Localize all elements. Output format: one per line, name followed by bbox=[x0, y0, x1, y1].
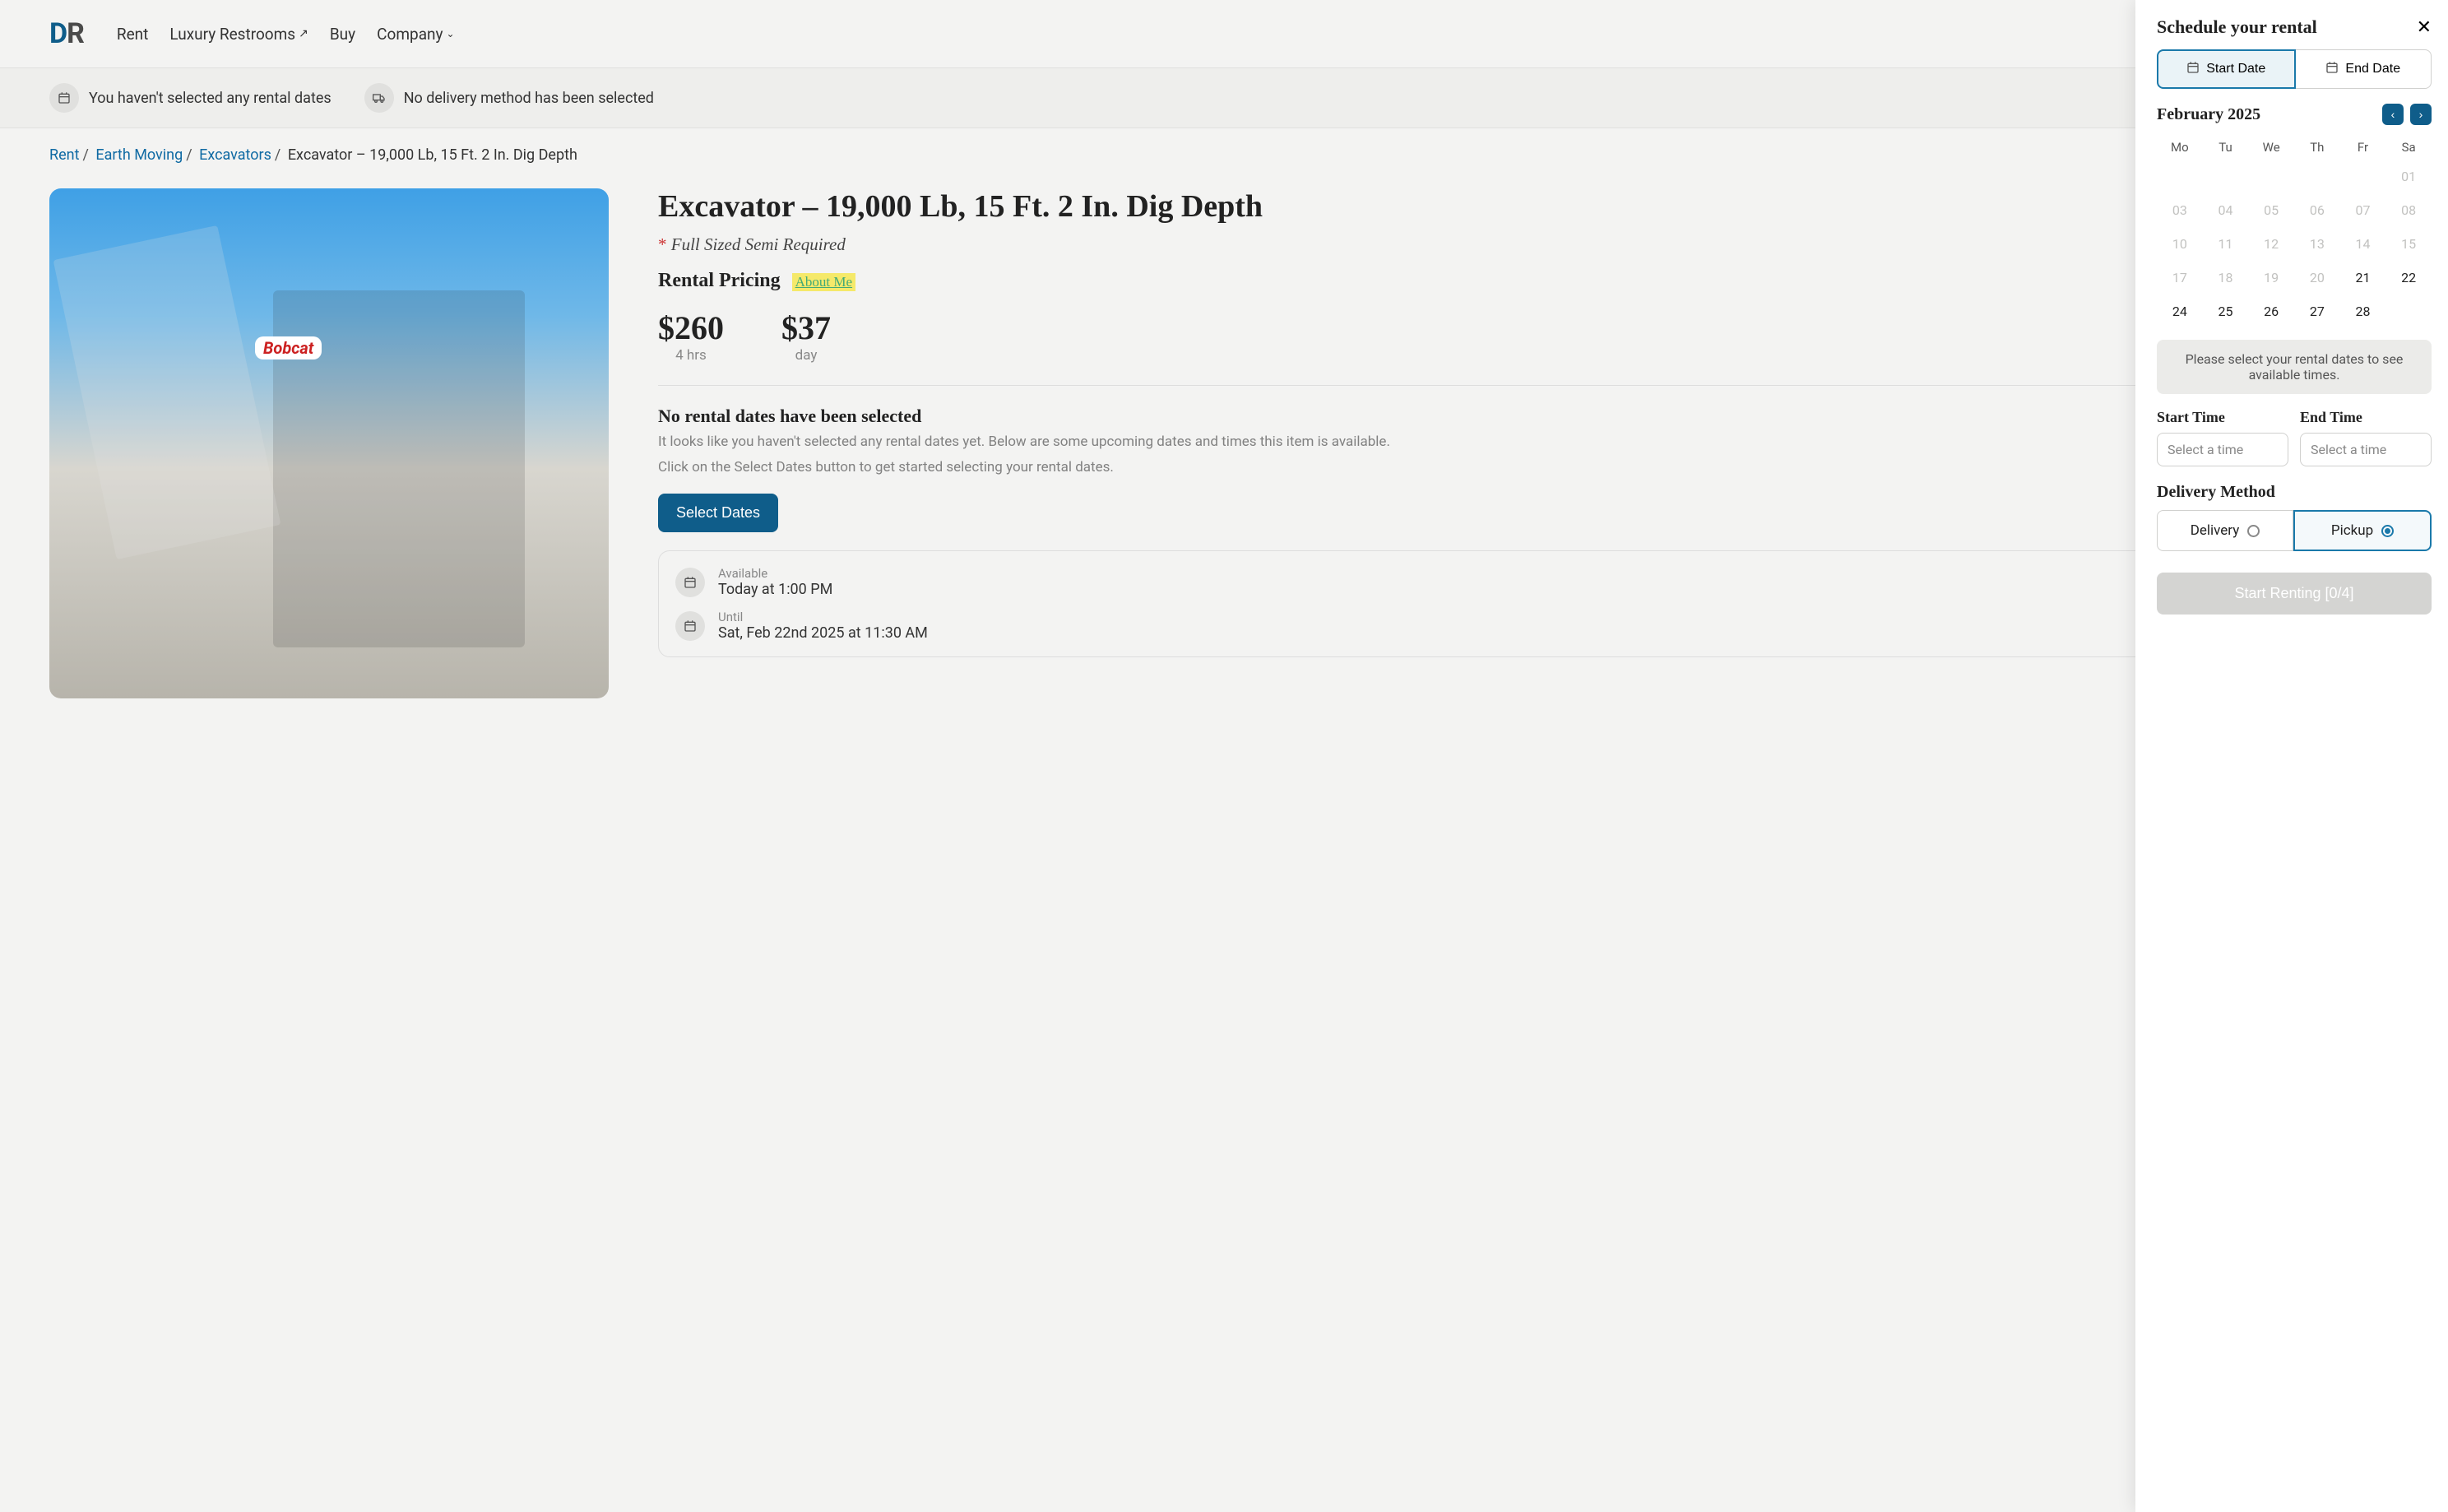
calendar-day: 20 bbox=[2294, 261, 2340, 295]
calendar-day: 01 bbox=[2385, 160, 2432, 193]
radio-icon bbox=[2247, 525, 2260, 537]
calendar-day[interactable]: 22 bbox=[2385, 261, 2432, 295]
header: DR Rent Luxury Restrooms↗ Buy Company⌄ bbox=[0, 0, 2448, 68]
month-label: February 2025 bbox=[2157, 105, 2260, 124]
breadcrumb-rent[interactable]: Rent bbox=[49, 146, 79, 164]
status-dates-text: You haven't selected any rental dates bbox=[89, 90, 332, 107]
calendar-day: 03 bbox=[2157, 193, 2203, 227]
truck-icon bbox=[364, 83, 394, 113]
calendar-day: 07 bbox=[2340, 193, 2386, 227]
close-panel-button[interactable]: ✕ bbox=[2417, 16, 2432, 38]
calendar-day: 04 bbox=[2203, 193, 2249, 227]
calendar-day: 12 bbox=[2248, 227, 2294, 261]
nav-buy[interactable]: Buy bbox=[330, 25, 355, 44]
about-me-link[interactable]: About Me bbox=[792, 273, 855, 291]
weekday-header: Fr bbox=[2340, 135, 2386, 160]
weekday-header: Sa bbox=[2385, 135, 2432, 160]
until-value: Sat, Feb 22nd 2025 at 11:30 AM bbox=[718, 624, 928, 642]
weekday-header: Th bbox=[2294, 135, 2340, 160]
status-delivery-text: No delivery method has been selected bbox=[404, 90, 654, 107]
calendar-day[interactable]: 25 bbox=[2203, 295, 2249, 328]
breadcrumb-earth-moving[interactable]: Earth Moving bbox=[95, 146, 183, 164]
calendar-day: 15 bbox=[2385, 227, 2432, 261]
calendar-day: 18 bbox=[2203, 261, 2249, 295]
calendar-icon bbox=[2325, 61, 2339, 77]
end-time-select[interactable]: Select a time bbox=[2300, 433, 2432, 466]
calendar-icon bbox=[675, 611, 705, 641]
external-link-icon: ↗ bbox=[299, 27, 308, 40]
weekday-header: Mo bbox=[2157, 135, 2203, 160]
start-renting-button[interactable]: Start Renting [0/4] bbox=[2157, 573, 2432, 615]
calendar-day: 08 bbox=[2385, 193, 2432, 227]
start-time-label: Start Time bbox=[2157, 409, 2288, 426]
select-dates-button[interactable]: Select Dates bbox=[658, 494, 778, 532]
calendar-day[interactable]: 26 bbox=[2248, 295, 2294, 328]
calendar-day: 13 bbox=[2294, 227, 2340, 261]
calendar-hint: Please select your rental dates to see a… bbox=[2157, 340, 2432, 394]
nav-luxury-restrooms[interactable]: Luxury Restrooms↗ bbox=[169, 25, 308, 44]
radio-icon bbox=[2381, 525, 2394, 537]
pricing-label: Rental Pricing bbox=[658, 270, 781, 292]
breadcrumb-excavators[interactable]: Excavators bbox=[199, 146, 271, 164]
until-label: Until bbox=[718, 610, 928, 624]
close-icon: ✕ bbox=[2417, 16, 2432, 37]
weekday-header: We bbox=[2248, 135, 2294, 160]
calendar-icon bbox=[49, 83, 79, 113]
calendar-day[interactable]: 27 bbox=[2294, 295, 2340, 328]
available-label: Available bbox=[718, 566, 832, 581]
nav-company[interactable]: Company⌄ bbox=[377, 25, 454, 44]
calendar: MoTuWeThFrSa 01 030405060708 101112131415 1… bbox=[2157, 135, 2432, 328]
calendar-day[interactable]: 21 bbox=[2340, 261, 2386, 295]
status-bar: You haven't selected any rental dates No… bbox=[0, 68, 2448, 128]
chevron-left-icon: ‹ bbox=[2391, 108, 2395, 121]
status-delivery: No delivery method has been selected bbox=[364, 83, 654, 113]
next-month-button[interactable]: › bbox=[2410, 104, 2432, 125]
calendar-day: 06 bbox=[2294, 193, 2340, 227]
calendar-icon bbox=[2186, 61, 2200, 77]
calendar-icon bbox=[675, 568, 705, 597]
calendar-day: 11 bbox=[2203, 227, 2249, 261]
logo[interactable]: DR bbox=[49, 17, 84, 50]
calendar-day[interactable]: 24 bbox=[2157, 295, 2203, 328]
calendar-day: 19 bbox=[2248, 261, 2294, 295]
weekday-header: Tu bbox=[2203, 135, 2249, 160]
start-date-tab[interactable]: Start Date bbox=[2157, 49, 2296, 89]
status-dates: You haven't selected any rental dates bbox=[49, 83, 332, 113]
product-image[interactable]: Bobcat bbox=[49, 188, 609, 698]
price-4hrs: $260 4 hrs bbox=[658, 308, 724, 364]
calendar-day: 17 bbox=[2157, 261, 2203, 295]
calendar-day: 14 bbox=[2340, 227, 2386, 261]
price-day: $37 day bbox=[781, 308, 831, 364]
calendar-day: 05 bbox=[2248, 193, 2294, 227]
chevron-right-icon: › bbox=[2419, 108, 2423, 121]
delivery-option[interactable]: Delivery bbox=[2157, 510, 2293, 551]
nav-rent[interactable]: Rent bbox=[117, 25, 149, 44]
schedule-panel: Schedule your rental ✕ Start Date End Da… bbox=[2135, 0, 2448, 1512]
calendar-day[interactable]: 28 bbox=[2340, 295, 2386, 328]
pickup-option[interactable]: Pickup bbox=[2293, 510, 2432, 551]
breadcrumb-current: Excavator – 19,000 Lb, 15 Ft. 2 In. Dig … bbox=[288, 146, 577, 164]
available-value: Today at 1:00 PM bbox=[718, 581, 832, 598]
nav: Rent Luxury Restrooms↗ Buy Company⌄ bbox=[117, 25, 455, 44]
panel-title: Schedule your rental bbox=[2157, 16, 2317, 38]
delivery-method-label: Delivery Method bbox=[2157, 483, 2432, 502]
product-brand-label: Bobcat bbox=[255, 336, 322, 359]
start-time-select[interactable]: Select a time bbox=[2157, 433, 2288, 466]
prev-month-button[interactable]: ‹ bbox=[2382, 104, 2404, 125]
chevron-down-icon: ⌄ bbox=[447, 28, 455, 39]
calendar-day: 10 bbox=[2157, 227, 2203, 261]
breadcrumb: Rent/ Earth Moving/ Excavators/ Excavato… bbox=[0, 128, 2448, 172]
end-date-tab[interactable]: End Date bbox=[2296, 49, 2432, 89]
end-time-label: End Time bbox=[2300, 409, 2432, 426]
